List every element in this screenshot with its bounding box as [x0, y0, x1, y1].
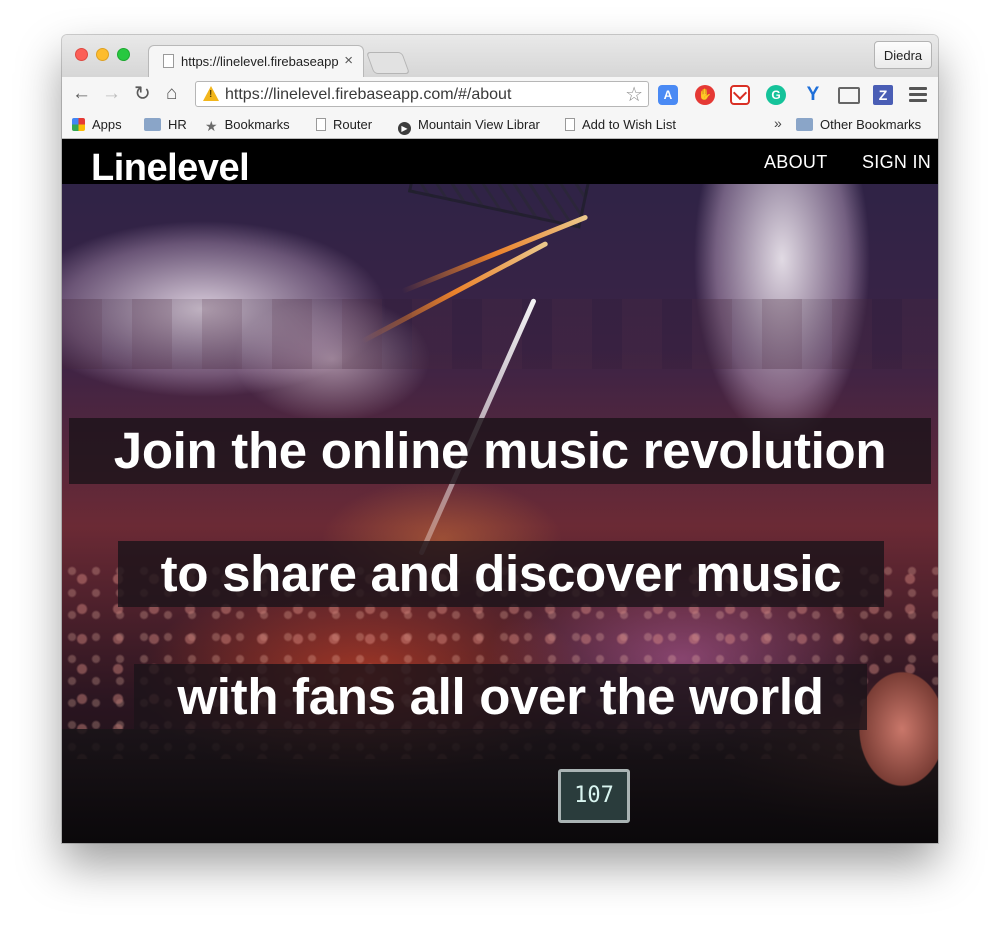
- address-bar[interactable]: https://linelevel.firebaseapp.com/#/abou…: [195, 81, 649, 107]
- back-icon[interactable]: ←: [72, 83, 91, 105]
- menu-icon[interactable]: [909, 87, 927, 105]
- url-text[interactable]: https://linelevel.firebaseapp.com/#/abou…: [225, 86, 511, 104]
- bookmarks-bar: Apps HR ★ Bookmarks Router ▶ Mountain View…: [62, 111, 938, 139]
- bookmark-apps[interactable]: Apps: [72, 117, 122, 132]
- bookmark-label: Router: [333, 117, 373, 132]
- hand-icon[interactable]: ✋: [695, 85, 715, 105]
- close-tab-icon[interactable]: ×: [344, 52, 353, 69]
- bookmark-label: HR: [168, 117, 187, 132]
- folder-icon: [796, 118, 813, 131]
- reload-icon[interactable]: ↻: [134, 83, 151, 105]
- hero-balcony-decoration: [62, 299, 938, 369]
- apps-icon: [72, 118, 85, 131]
- nav-about-link[interactable]: ABOUT: [764, 152, 828, 173]
- dj-console-decoration: [62, 729, 938, 843]
- gmail-icon[interactable]: [730, 85, 750, 105]
- window-minimize-button[interactable]: [96, 48, 109, 61]
- bookmark-label: Mountain View Librar: [418, 117, 540, 132]
- bookmark-folder-hr[interactable]: HR: [144, 117, 187, 132]
- nav-sign-in-link[interactable]: SIGN IN: [862, 152, 931, 173]
- more-bookmarks-chevron-icon[interactable]: »: [774, 115, 782, 131]
- bookmark-label: Bookmarks: [224, 117, 290, 132]
- site-logo[interactable]: Linelevel: [91, 146, 250, 191]
- zotero-icon[interactable]: Z: [873, 85, 893, 105]
- page-icon: [316, 118, 326, 131]
- forward-icon[interactable]: →: [102, 83, 121, 105]
- bookmark-label: Other Bookmarks: [820, 117, 922, 132]
- play-icon: ▶: [398, 122, 411, 135]
- bookmark-other-bookmarks[interactable]: Other Bookmarks: [796, 117, 921, 132]
- folder-icon: [144, 118, 161, 131]
- page-content: 107 Linelevel ABOUT SIGN IN Join the onl…: [62, 139, 938, 843]
- hero-headline-line-1: Join the online music revolution: [69, 418, 931, 484]
- profile-button[interactable]: Diedra: [874, 41, 932, 69]
- browser-tab[interactable]: https://linelevel.firebaseapp. ×: [148, 45, 364, 77]
- cast-icon[interactable]: [838, 87, 860, 104]
- window-maximize-button[interactable]: [117, 48, 130, 61]
- browser-toolbar: ← → ↻ ⌂ https://linelevel.firebaseapp.co…: [62, 77, 938, 111]
- security-warning-icon[interactable]: [203, 86, 219, 101]
- y-icon[interactable]: Y: [803, 85, 823, 105]
- new-tab-button[interactable]: [365, 52, 411, 74]
- tab-title: https://linelevel.firebaseapp.: [181, 54, 339, 69]
- hero-headline-line-2: to share and discover music: [118, 541, 884, 607]
- bookmark-label: Add to Wish List: [582, 117, 676, 132]
- bookmark-mountain-view-library[interactable]: ▶ Mountain View Librar: [398, 117, 546, 135]
- grammarly-icon[interactable]: G: [766, 85, 786, 105]
- home-icon[interactable]: ⌂: [166, 83, 177, 105]
- page-icon: [565, 118, 575, 131]
- dj-display-readout: 107: [558, 769, 630, 823]
- browser-window: https://linelevel.firebaseapp. × Diedra …: [62, 35, 938, 843]
- bookmark-router[interactable]: Router: [316, 117, 372, 132]
- bookmark-star-icon[interactable]: ☆: [625, 82, 643, 107]
- bookmark-bookmarks[interactable]: ★ Bookmarks: [205, 117, 290, 135]
- hero-headline-line-3: with fans all over the world: [134, 664, 867, 730]
- page-icon: [163, 54, 174, 68]
- star-icon: ★: [205, 118, 218, 134]
- translate-icon[interactable]: A: [658, 85, 678, 105]
- window-close-button[interactable]: [75, 48, 88, 61]
- bookmark-add-to-wish-list[interactable]: Add to Wish List: [565, 117, 676, 132]
- tab-strip: https://linelevel.firebaseapp. × Diedra: [62, 35, 938, 77]
- bookmark-label: Apps: [92, 117, 122, 132]
- site-header: Linelevel ABOUT SIGN IN: [62, 139, 938, 189]
